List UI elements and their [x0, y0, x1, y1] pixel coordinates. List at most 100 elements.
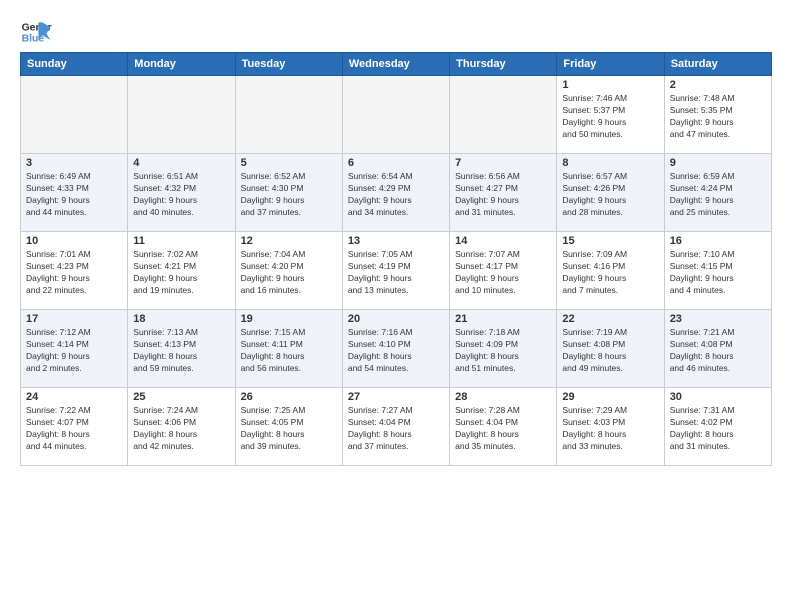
calendar-cell: 1 Sunrise: 7:46 AMSunset: 5:37 PMDaylight… [557, 76, 664, 154]
calendar-cell: 14 Sunrise: 7:07 AMSunset: 4:17 PMDayligh… [450, 232, 557, 310]
weekday-header-row: SundayMondayTuesdayWednesdayThursdayFrid… [21, 53, 772, 76]
day-number: 7 [455, 157, 551, 169]
calendar-cell: 21 Sunrise: 7:18 AMSunset: 4:09 PMDayligh… [450, 310, 557, 388]
day-info: Sunrise: 7:19 AMSunset: 4:08 PMDaylight:… [562, 327, 658, 375]
calendar-cell: 10 Sunrise: 7:01 AMSunset: 4:23 PMDayligh… [21, 232, 128, 310]
day-number: 2 [670, 79, 766, 91]
day-number: 24 [26, 391, 122, 403]
day-info: Sunrise: 6:49 AMSunset: 4:33 PMDaylight:… [26, 171, 122, 219]
day-number: 12 [241, 235, 337, 247]
calendar-cell: 22 Sunrise: 7:19 AMSunset: 4:08 PMDayligh… [557, 310, 664, 388]
day-number: 10 [26, 235, 122, 247]
day-info: Sunrise: 7:22 AMSunset: 4:07 PMDaylight:… [26, 405, 122, 453]
day-info: Sunrise: 7:46 AMSunset: 5:37 PMDaylight:… [562, 93, 658, 141]
day-number: 25 [133, 391, 229, 403]
day-info: Sunrise: 6:56 AMSunset: 4:27 PMDaylight:… [455, 171, 551, 219]
calendar-cell: 2 Sunrise: 7:48 AMSunset: 5:35 PMDaylight… [664, 76, 771, 154]
weekday-header-sunday: Sunday [21, 53, 128, 76]
day-number: 4 [133, 157, 229, 169]
day-info: Sunrise: 7:10 AMSunset: 4:15 PMDaylight:… [670, 249, 766, 297]
calendar-cell: 28 Sunrise: 7:28 AMSunset: 4:04 PMDayligh… [450, 388, 557, 466]
calendar-cell: 20 Sunrise: 7:16 AMSunset: 4:10 PMDayligh… [342, 310, 449, 388]
day-info: Sunrise: 7:24 AMSunset: 4:06 PMDaylight:… [133, 405, 229, 453]
day-info: Sunrise: 7:28 AMSunset: 4:04 PMDaylight:… [455, 405, 551, 453]
day-info: Sunrise: 7:12 AMSunset: 4:14 PMDaylight:… [26, 327, 122, 375]
day-number: 22 [562, 313, 658, 325]
calendar-cell: 17 Sunrise: 7:12 AMSunset: 4:14 PMDayligh… [21, 310, 128, 388]
day-number: 15 [562, 235, 658, 247]
day-info: Sunrise: 6:52 AMSunset: 4:30 PMDaylight:… [241, 171, 337, 219]
calendar-cell: 7 Sunrise: 6:56 AMSunset: 4:27 PMDaylight… [450, 154, 557, 232]
calendar-cell [21, 76, 128, 154]
day-number: 11 [133, 235, 229, 247]
calendar-cell: 9 Sunrise: 6:59 AMSunset: 4:24 PMDaylight… [664, 154, 771, 232]
day-info: Sunrise: 7:29 AMSunset: 4:03 PMDaylight:… [562, 405, 658, 453]
day-info: Sunrise: 7:09 AMSunset: 4:16 PMDaylight:… [562, 249, 658, 297]
day-number: 14 [455, 235, 551, 247]
day-info: Sunrise: 7:01 AMSunset: 4:23 PMDaylight:… [26, 249, 122, 297]
day-number: 20 [348, 313, 444, 325]
day-number: 17 [26, 313, 122, 325]
calendar-cell: 8Sunrise: 6:57 AMSunset: 4:26 PMDaylight… [557, 154, 664, 232]
calendar-week-2: 3 Sunrise: 6:49 AMSunset: 4:33 PMDaylight… [21, 154, 772, 232]
calendar-cell: 5 Sunrise: 6:52 AMSunset: 4:30 PMDaylight… [235, 154, 342, 232]
calendar-cell: 27Sunrise: 7:27 AMSunset: 4:04 PMDayligh… [342, 388, 449, 466]
day-number: 27 [348, 391, 444, 403]
calendar-cell [450, 76, 557, 154]
calendar-cell: 23 Sunrise: 7:21 AMSunset: 4:08 PMDayligh… [664, 310, 771, 388]
calendar-cell: 11 Sunrise: 7:02 AMSunset: 4:21 PMDayligh… [128, 232, 235, 310]
calendar-cell: 16 Sunrise: 7:10 AMSunset: 4:15 PMDayligh… [664, 232, 771, 310]
weekday-header-tuesday: Tuesday [235, 53, 342, 76]
calendar-cell: 19 Sunrise: 7:15 AMSunset: 4:11 PMDayligh… [235, 310, 342, 388]
day-number: 28 [455, 391, 551, 403]
calendar-cell: 18Sunrise: 7:13 AMSunset: 4:13 PMDayligh… [128, 310, 235, 388]
day-info: Sunrise: 7:02 AMSunset: 4:21 PMDaylight:… [133, 249, 229, 297]
day-info: Sunrise: 6:51 AMSunset: 4:32 PMDaylight:… [133, 171, 229, 219]
weekday-header-thursday: Thursday [450, 53, 557, 76]
day-info: Sunrise: 7:31 AMSunset: 4:02 PMDaylight:… [670, 405, 766, 453]
calendar-cell: 30 Sunrise: 7:31 AMSunset: 4:02 PMDayligh… [664, 388, 771, 466]
day-info: Sunrise: 6:57 AMSunset: 4:26 PMDaylight:… [562, 171, 658, 219]
calendar-week-3: 10 Sunrise: 7:01 AMSunset: 4:23 PMDayligh… [21, 232, 772, 310]
logo-icon: General Blue [20, 16, 52, 48]
weekday-header-wednesday: Wednesday [342, 53, 449, 76]
calendar-body: 1 Sunrise: 7:46 AMSunset: 5:37 PMDaylight… [21, 76, 772, 466]
calendar-cell: 13 Sunrise: 7:05 AMSunset: 4:19 PMDayligh… [342, 232, 449, 310]
day-number: 9 [670, 157, 766, 169]
weekday-header-monday: Monday [128, 53, 235, 76]
day-info: Sunrise: 7:21 AMSunset: 4:08 PMDaylight:… [670, 327, 766, 375]
calendar-cell: 25 Sunrise: 7:24 AMSunset: 4:06 PMDayligh… [128, 388, 235, 466]
day-number: 3 [26, 157, 122, 169]
day-number: 16 [670, 235, 766, 247]
day-info: Sunrise: 7:07 AMSunset: 4:17 PMDaylight:… [455, 249, 551, 297]
day-number: 18 [133, 313, 229, 325]
day-info: Sunrise: 7:15 AMSunset: 4:11 PMDaylight:… [241, 327, 337, 375]
calendar-cell [342, 76, 449, 154]
day-number: 29 [562, 391, 658, 403]
calendar-cell: 12Sunrise: 7:04 AMSunset: 4:20 PMDayligh… [235, 232, 342, 310]
calendar-cell: 3 Sunrise: 6:49 AMSunset: 4:33 PMDaylight… [21, 154, 128, 232]
day-info: Sunrise: 6:54 AMSunset: 4:29 PMDaylight:… [348, 171, 444, 219]
day-number: 19 [241, 313, 337, 325]
day-info: Sunrise: 7:18 AMSunset: 4:09 PMDaylight:… [455, 327, 551, 375]
day-number: 23 [670, 313, 766, 325]
day-info: Sunrise: 7:16 AMSunset: 4:10 PMDaylight:… [348, 327, 444, 375]
day-info: Sunrise: 7:25 AMSunset: 4:05 PMDaylight:… [241, 405, 337, 453]
weekday-header-saturday: Saturday [664, 53, 771, 76]
day-info: Sunrise: 6:59 AMSunset: 4:24 PMDaylight:… [670, 171, 766, 219]
day-number: 13 [348, 235, 444, 247]
logo: General Blue [20, 16, 56, 48]
calendar-cell: 6Sunrise: 6:54 AMSunset: 4:29 PMDaylight… [342, 154, 449, 232]
day-number: 21 [455, 313, 551, 325]
day-info: Sunrise: 7:48 AMSunset: 5:35 PMDaylight:… [670, 93, 766, 141]
header: General Blue [20, 16, 772, 48]
day-info: Sunrise: 7:05 AMSunset: 4:19 PMDaylight:… [348, 249, 444, 297]
calendar-week-5: 24 Sunrise: 7:22 AMSunset: 4:07 PMDayligh… [21, 388, 772, 466]
calendar-week-4: 17 Sunrise: 7:12 AMSunset: 4:14 PMDayligh… [21, 310, 772, 388]
calendar-cell: 29 Sunrise: 7:29 AMSunset: 4:03 PMDayligh… [557, 388, 664, 466]
calendar-cell: 26Sunrise: 7:25 AMSunset: 4:05 PMDayligh… [235, 388, 342, 466]
day-number: 30 [670, 391, 766, 403]
day-number: 1 [562, 79, 658, 91]
calendar-cell: 15 Sunrise: 7:09 AMSunset: 4:16 PMDayligh… [557, 232, 664, 310]
day-number: 5 [241, 157, 337, 169]
